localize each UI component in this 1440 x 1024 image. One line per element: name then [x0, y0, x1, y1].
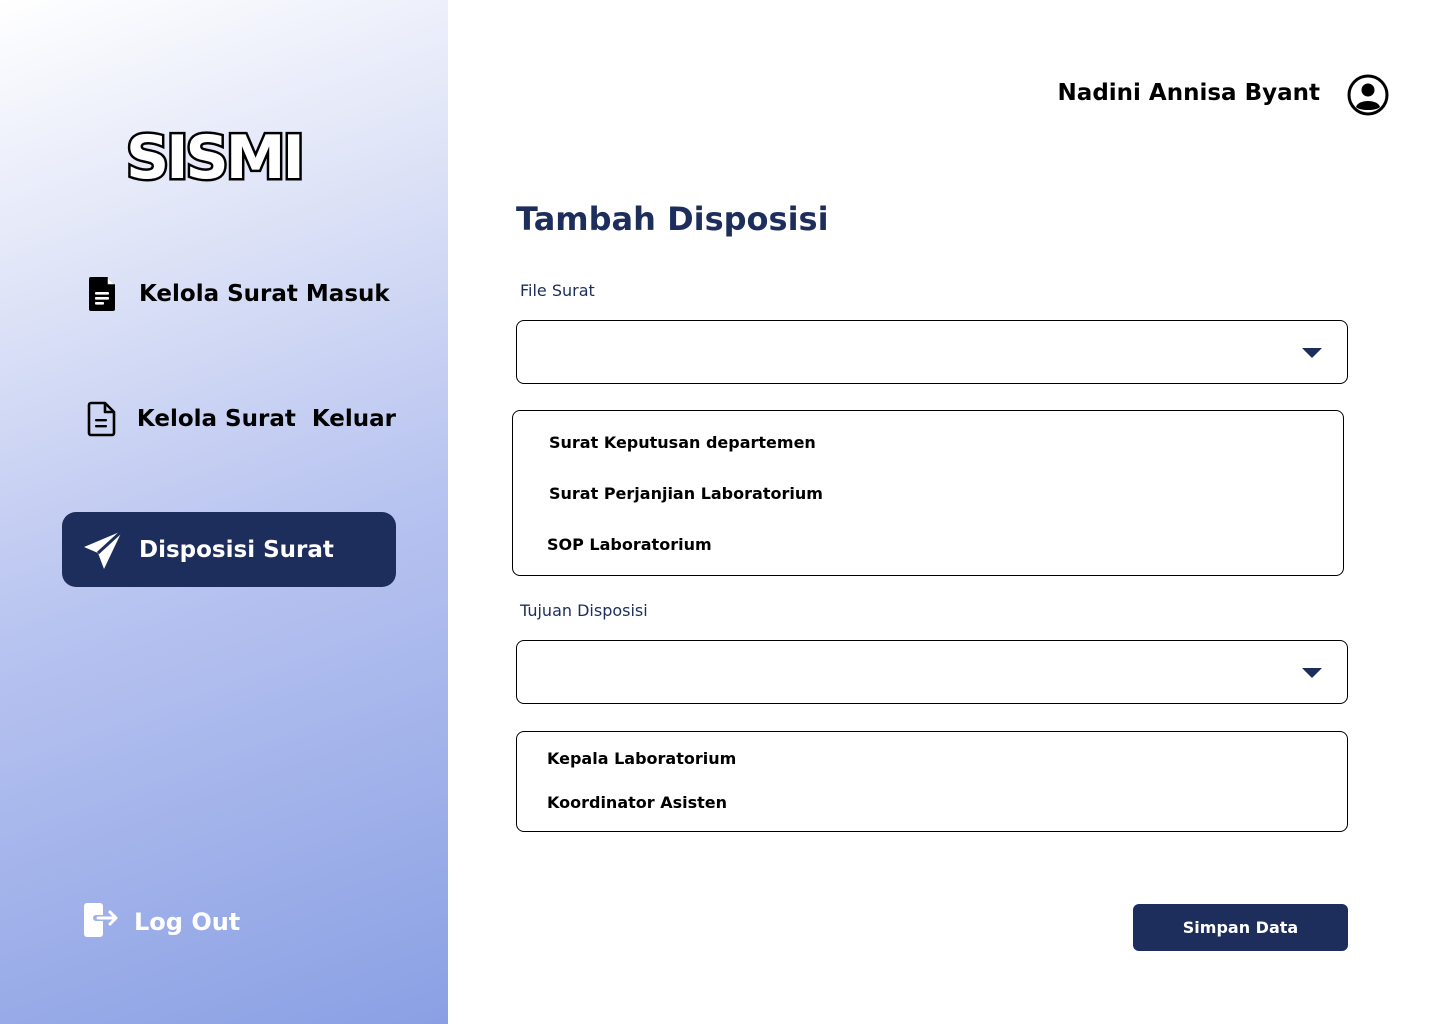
option-item[interactable]: Surat Perjanjian Laboratorium: [549, 484, 823, 503]
chevron-down-icon: [1302, 668, 1322, 678]
option-item[interactable]: Kepala Laboratorium: [547, 749, 736, 768]
chevron-down-icon: [1302, 348, 1322, 358]
sidebar: SISMI Kelola Surat Masuk Kelola Surat Ke…: [0, 0, 448, 1024]
paper-plane-icon: [82, 529, 124, 571]
logout-icon: [82, 901, 120, 943]
file-surat-label: File Surat: [520, 281, 595, 300]
user-name: Nadini Annisa Byant: [1057, 80, 1320, 106]
page-title: Tambah Disposisi: [516, 200, 829, 238]
file-outline-icon: [82, 398, 122, 440]
sidebar-item-disposisi-surat[interactable]: Disposisi Surat: [62, 512, 396, 587]
option-item[interactable]: Surat Keputusan departemen: [549, 433, 816, 452]
user-avatar-icon[interactable]: [1347, 74, 1389, 116]
sidebar-item-kelola-surat-keluar[interactable]: Kelola Surat Keluar: [62, 381, 396, 456]
tujuan-disposisi-select[interactable]: [516, 640, 1348, 704]
sidebar-item-label: Kelola Surat Keluar: [136, 405, 396, 432]
file-surat-options: Surat Keputusan departemen Surat Perjanj…: [512, 410, 1344, 576]
logout-label: Log Out: [134, 908, 241, 936]
file-filled-icon: [82, 273, 124, 315]
sidebar-item-kelola-surat-masuk[interactable]: Kelola Surat Masuk: [62, 256, 396, 331]
save-button[interactable]: Simpan Data: [1133, 904, 1348, 951]
sidebar-item-label: Kelola Surat Masuk: [139, 280, 390, 307]
option-item[interactable]: SOP Laboratorium: [547, 535, 712, 554]
tujuan-disposisi-options: Kepala Laboratorium Koordinator Asisten: [516, 731, 1348, 832]
app-logo: SISMI: [124, 121, 308, 196]
sidebar-item-label: Disposisi Surat: [139, 536, 334, 563]
option-item[interactable]: Koordinator Asisten: [547, 793, 727, 812]
logout-button[interactable]: Log Out: [82, 900, 240, 944]
file-surat-select[interactable]: [516, 320, 1348, 384]
tujuan-disposisi-label: Tujuan Disposisi: [520, 601, 648, 620]
